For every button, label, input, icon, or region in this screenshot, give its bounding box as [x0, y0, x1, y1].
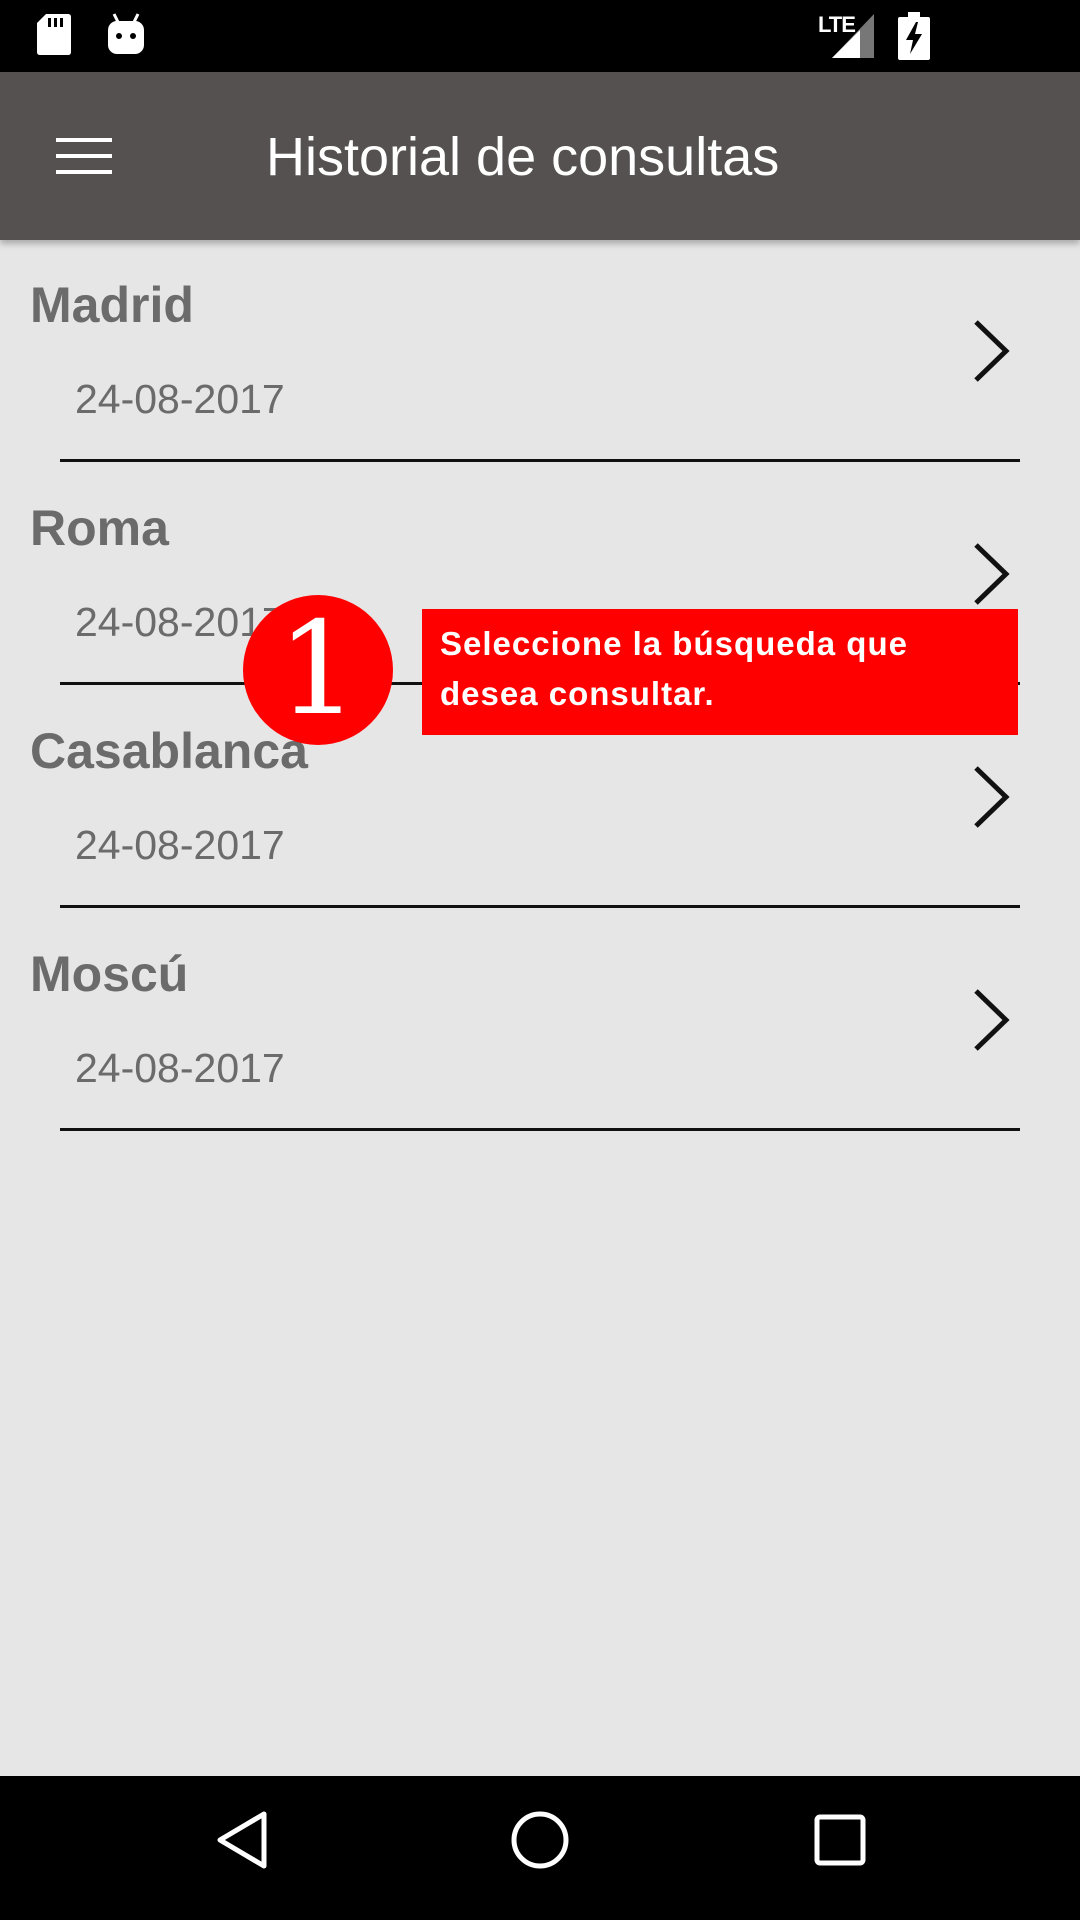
hamburger-menu-icon — [56, 138, 112, 174]
battery-charging-icon — [898, 12, 930, 60]
divider — [60, 1128, 1020, 1131]
home-icon[interactable] — [508, 1808, 572, 1872]
status-bar: LTE — [0, 0, 1080, 72]
navigation-bar — [0, 1776, 1080, 1920]
history-item-madrid[interactable]: Madrid 24-08-2017 — [0, 240, 1080, 463]
menu-button[interactable] — [40, 116, 128, 196]
history-item-city: Moscú — [30, 946, 189, 1002]
sd-card-icon — [37, 14, 71, 55]
history-item-city: Madrid — [30, 277, 194, 333]
callout-step-number: 1 — [243, 595, 393, 745]
history-item-date: 24-08-2017 — [75, 1045, 285, 1091]
divider — [60, 459, 1020, 462]
android-icon — [108, 13, 144, 54]
chevron-right-icon — [974, 543, 1010, 605]
history-item-city: Roma — [30, 500, 169, 556]
history-item-city: Casablanca — [30, 723, 308, 779]
history-item-date: 24-08-2017 — [75, 822, 285, 868]
signal-icon — [832, 14, 874, 58]
chevron-right-icon — [974, 766, 1010, 828]
recents-icon[interactable] — [812, 1808, 868, 1872]
app-bar: Historial de consultas — [0, 72, 1080, 240]
chevron-right-icon — [974, 989, 1010, 1051]
chevron-right-icon — [974, 320, 1010, 382]
history-item-date: 24-08-2017 — [75, 376, 285, 422]
back-icon[interactable] — [212, 1808, 272, 1872]
history-item-moscu[interactable]: Moscú 24-08-2017 — [0, 909, 1080, 1132]
divider — [60, 905, 1020, 908]
page-title: Historial de consultas — [266, 127, 780, 187]
callout-message: Seleccione la búsqueda que desea consult… — [422, 609, 1018, 735]
